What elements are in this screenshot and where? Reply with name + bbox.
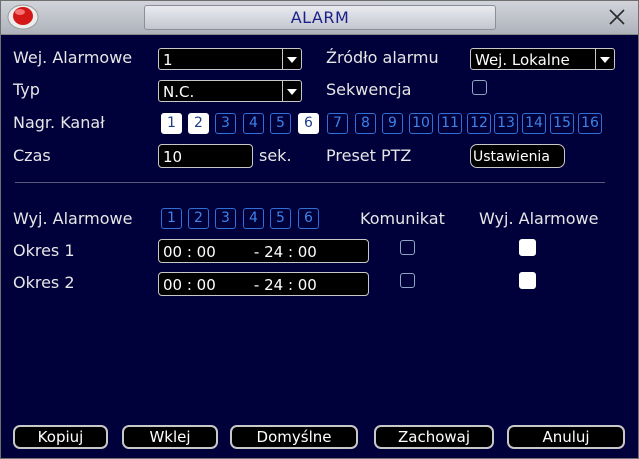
chevron-down-icon bbox=[282, 49, 301, 69]
sequence-checkbox[interactable] bbox=[472, 80, 487, 95]
period-1-label: Okres 1 bbox=[13, 241, 75, 260]
time-label: Czas bbox=[13, 146, 51, 165]
alarm-output-2-toggle[interactable]: 2 bbox=[188, 208, 209, 229]
alarm-output-label: Wyj. Alarmowe bbox=[13, 209, 133, 228]
alarm-input-label: Wej. Alarmowe bbox=[13, 48, 133, 67]
channel-5-toggle[interactable]: 5 bbox=[270, 113, 291, 134]
copy-button[interactable]: Kopiuj bbox=[13, 425, 108, 449]
section-divider bbox=[15, 182, 605, 183]
close-icon[interactable] bbox=[607, 7, 627, 27]
output-column-header: Wyj. Alarmowe bbox=[479, 209, 599, 228]
ptz-preset-label: Preset PTZ bbox=[326, 146, 412, 165]
time-input[interactable]: 10 bbox=[158, 144, 253, 168]
channel-16-toggle[interactable]: 16 bbox=[578, 113, 602, 134]
channel-3-toggle[interactable]: 3 bbox=[215, 113, 236, 134]
alarm-source-select[interactable]: Wej. Lokalne bbox=[470, 48, 615, 70]
title-bar: ALARM bbox=[1, 1, 638, 35]
period-2-time-range[interactable]: 00 : 00 - 24 : 00 bbox=[158, 272, 369, 296]
cancel-button[interactable]: Anuluj bbox=[507, 425, 625, 449]
period-1-message-checkbox[interactable] bbox=[400, 240, 415, 255]
channel-8-toggle[interactable]: 8 bbox=[355, 113, 376, 134]
save-button[interactable]: Zachowaj bbox=[374, 425, 494, 449]
window-title: ALARM bbox=[144, 5, 496, 30]
alarm-output-6-toggle[interactable]: 6 bbox=[298, 208, 319, 229]
channel-6-toggle[interactable]: 6 bbox=[298, 113, 319, 134]
channel-2-toggle[interactable]: 2 bbox=[188, 113, 209, 134]
channel-1-toggle[interactable]: 1 bbox=[161, 113, 182, 134]
alarm-input-select[interactable]: 1 bbox=[158, 48, 302, 70]
alarm-output-4-toggle[interactable]: 4 bbox=[243, 208, 264, 229]
type-select[interactable]: N.C. bbox=[158, 80, 302, 102]
channel-15-toggle[interactable]: 15 bbox=[550, 113, 574, 134]
red-orb-logo-icon bbox=[7, 4, 39, 30]
channel-11-toggle[interactable]: 11 bbox=[438, 113, 462, 134]
channel-13-toggle[interactable]: 13 bbox=[494, 113, 518, 134]
alarm-source-value: Wej. Lokalne bbox=[475, 51, 570, 69]
period-1-time-range[interactable]: 00 : 00 - 24 : 00 bbox=[158, 239, 369, 263]
channel-10-toggle[interactable]: 10 bbox=[409, 113, 433, 134]
period-2-output-checkbox[interactable] bbox=[519, 272, 536, 289]
alarm-output-1-toggle[interactable]: 1 bbox=[161, 208, 182, 229]
period-2-message-checkbox[interactable] bbox=[400, 273, 415, 288]
channel-9-toggle[interactable]: 9 bbox=[382, 113, 403, 134]
period-2-label: Okres 2 bbox=[13, 273, 75, 292]
defaults-button[interactable]: Domyślne bbox=[230, 425, 358, 449]
alarm-dialog: ALARM Wej. Alarmowe 1 Źródło alarmu Wej.… bbox=[0, 0, 639, 459]
chevron-down-icon bbox=[282, 81, 301, 101]
channel-12-toggle[interactable]: 12 bbox=[467, 113, 491, 134]
time-unit: sek. bbox=[259, 146, 292, 165]
sequence-label: Sekwencja bbox=[326, 80, 412, 99]
message-column-header: Komunikat bbox=[360, 209, 445, 228]
paste-button[interactable]: Wklej bbox=[122, 425, 218, 449]
type-label: Typ bbox=[13, 80, 40, 99]
channel-14-toggle[interactable]: 14 bbox=[522, 113, 546, 134]
ptz-settings-button[interactable]: Ustawienia bbox=[470, 144, 565, 168]
chevron-down-icon bbox=[595, 49, 614, 69]
type-value: N.C. bbox=[163, 83, 195, 101]
period-1-output-checkbox[interactable] bbox=[519, 239, 536, 256]
alarm-output-3-toggle[interactable]: 3 bbox=[215, 208, 236, 229]
channel-4-toggle[interactable]: 4 bbox=[243, 113, 264, 134]
alarm-source-label: Źródło alarmu bbox=[326, 48, 439, 67]
channel-7-toggle[interactable]: 7 bbox=[327, 113, 348, 134]
record-channel-label: Nagr. Kanał bbox=[13, 113, 105, 132]
alarm-input-value: 1 bbox=[163, 51, 173, 69]
alarm-output-5-toggle[interactable]: 5 bbox=[270, 208, 291, 229]
